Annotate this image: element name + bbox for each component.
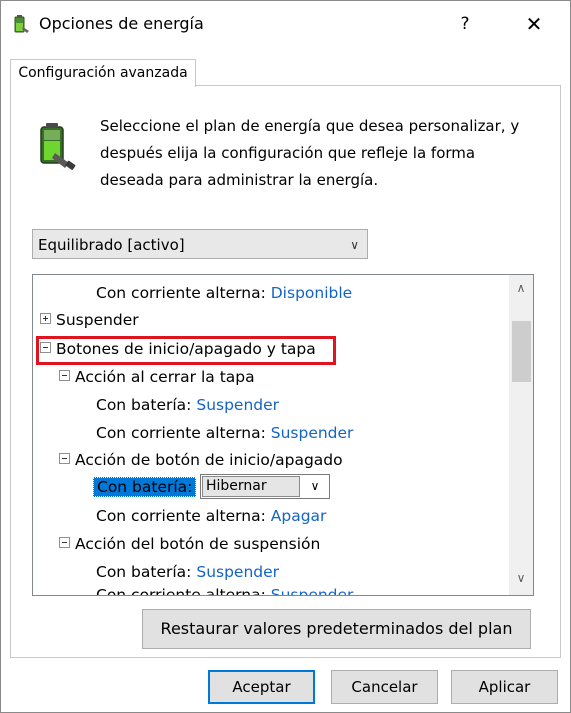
select-value: Hibernar [202,476,300,497]
window-title: Opciones de energía [39,14,204,33]
tree-row[interactable]: Con batería: Suspender [96,560,279,584]
vertical-scrollbar[interactable]: ∧ ∨ [509,275,533,595]
tree-row-label: Con corriente alterna: [96,586,266,595]
help-button[interactable]: ? [453,11,477,37]
tree-row-label: Botones de inicio/apagado y tapa [56,340,316,358]
collapse-icon[interactable] [40,342,51,353]
tree-row-label: Con batería: [96,563,192,581]
power-plan-value: Equilibrado [activo] [38,236,185,254]
scroll-down-icon[interactable]: ∨ [509,571,533,589]
tree-row-label: Con corriente alterna: [96,507,266,525]
tree-row[interactable]: Con corriente alterna: Apagar [96,504,326,528]
tree-row[interactable]: Con batería: Suspender [96,393,279,417]
ok-button[interactable]: Aceptar [208,670,315,704]
scroll-thumb[interactable] [512,321,531,382]
tree-row-label-selected: Con batería: [93,477,197,497]
collapse-icon[interactable] [59,370,70,381]
tree-row[interactable]: Con corriente alterna: Suspender [96,421,353,445]
power-plan-select[interactable]: Equilibrado [activo] ∨ [32,229,368,259]
close-button[interactable]: ✕ [521,11,547,37]
collapse-icon[interactable] [59,537,70,548]
settings-tree[interactable]: Con corriente alterna: Disponible Suspen… [32,274,534,596]
tree-row-value[interactable]: Suspender [271,586,354,595]
chevron-down-icon[interactable]: ∨ [301,475,329,498]
tree-row-label: Con batería: [96,396,192,414]
tree-row-label: Suspender [56,311,139,329]
power-options-icon [10,13,32,35]
collapse-icon[interactable] [59,453,70,464]
power-options-dialog: Opciones de energía ? ✕ Configuración av… [0,0,571,713]
tree-row-sleep-button-action[interactable]: Acción del botón de suspensión [59,532,320,556]
tree-row-value[interactable]: Suspender [196,563,279,581]
tree-row[interactable]: Con corriente alterna: Suspender [96,583,353,595]
tree-row-label: Acción de botón de inicio/apagado [75,451,343,469]
cancel-button[interactable]: Cancelar [331,670,438,704]
chevron-down-icon: ∨ [350,238,359,252]
power-button-battery-select[interactable]: Hibernar ∨ [200,474,330,499]
battery-plug-icon [35,121,79,173]
tree-row-value[interactable]: Apagar [271,507,327,525]
tree-row-label: Acción al cerrar la tapa [75,368,255,386]
tree-row-power-button-action[interactable]: Acción de botón de inicio/apagado [59,448,343,472]
tab-advanced-settings[interactable]: Configuración avanzada [10,59,196,87]
tree-row-label: Con corriente alterna: [96,424,266,442]
tree-row-value[interactable]: Disponible [271,284,352,302]
tree-row-label: Con corriente alterna: [96,284,266,302]
tree-row-label: Acción del botón de suspensión [75,535,321,553]
tree-row-selected[interactable]: Con batería: [93,475,197,499]
apply-button[interactable]: Aplicar [451,670,558,704]
tree-row-power-buttons-lid[interactable]: Botones de inicio/apagado y tapa [40,337,316,361]
tree-row-suspend[interactable]: Suspender [40,308,139,332]
expand-icon[interactable] [40,313,51,324]
restore-defaults-button[interactable]: Restaurar valores predeterminados del pl… [142,609,531,649]
tree-row-value[interactable]: Suspender [196,396,279,414]
tree-row-lid-close-action[interactable]: Acción al cerrar la tapa [59,365,255,389]
title-bar: Opciones de energía ? ✕ [1,1,570,47]
tree-row[interactable]: Con corriente alterna: Disponible [96,281,352,305]
tree-row-value[interactable]: Suspender [271,424,354,442]
scroll-up-icon[interactable]: ∧ [509,281,533,299]
instructions-text: Seleccione el plan de energía que desea … [100,117,520,189]
